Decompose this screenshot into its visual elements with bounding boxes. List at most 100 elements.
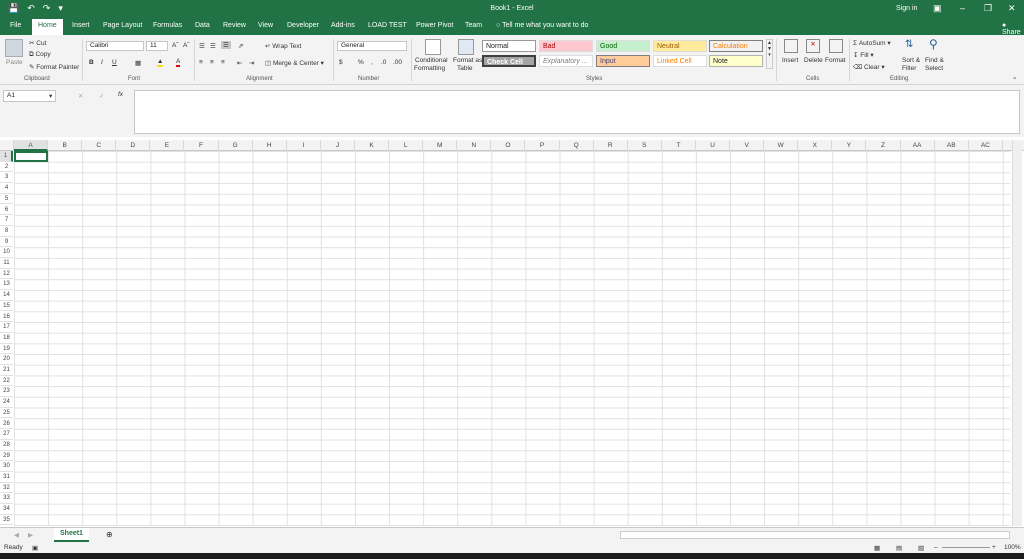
autosum-button[interactable]: Σ AutoSum ▾ (853, 39, 891, 47)
column-header[interactable]: A (14, 140, 49, 151)
tab-formulas[interactable]: Formulas (153, 22, 182, 29)
row-header[interactable]: 21 (0, 365, 13, 376)
minimize-icon[interactable]: – (960, 3, 965, 13)
row-header[interactable]: 2 (0, 162, 13, 173)
column-header[interactable]: V (730, 140, 765, 151)
column-header[interactable]: D (116, 140, 151, 151)
style-explanatory[interactable]: Explanatory ... (539, 55, 593, 67)
share-button[interactable]: ● Share (1002, 22, 1024, 36)
macro-record-icon[interactable]: ▣ (32, 544, 38, 552)
paste-button[interactable]: Paste (6, 59, 23, 66)
row-header[interactable]: 29 (0, 451, 13, 462)
select-all-corner[interactable] (0, 140, 14, 151)
row-header[interactable]: 16 (0, 312, 13, 323)
tab-review[interactable]: Review (223, 22, 246, 29)
decrease-indent-icon[interactable]: ⇤ (237, 59, 242, 67)
column-header[interactable]: T (662, 140, 696, 151)
decrease-decimal-icon[interactable]: .00 (393, 59, 402, 66)
prev-sheet-icon[interactable]: ◀ (14, 531, 19, 539)
clear-button[interactable]: ⌫ Clear ▾ (853, 63, 885, 71)
insert-function-icon[interactable]: fx (118, 91, 123, 98)
row-header[interactable]: 4 (0, 183, 13, 194)
row-header[interactable]: 19 (0, 344, 13, 355)
number-format-select[interactable]: General (337, 41, 407, 51)
row-header[interactable]: 12 (0, 269, 13, 280)
format-painter-button[interactable]: ✎ Format Painter (29, 63, 79, 71)
row-header[interactable]: 13 (0, 279, 13, 291)
enter-icon[interactable]: ✓ (99, 92, 104, 100)
sort-filter-icon[interactable]: ⇅ (905, 39, 913, 50)
column-header[interactable]: J (321, 140, 355, 151)
column-header[interactable]: AC (969, 140, 1003, 151)
column-header[interactable]: Y (832, 140, 867, 151)
increase-decimal-icon[interactable]: .0 (381, 59, 386, 66)
collapse-ribbon-icon[interactable]: ⌃ (1012, 76, 1017, 84)
column-header[interactable]: L (389, 140, 424, 151)
fill-color-icon[interactable]: ▲ (157, 58, 164, 67)
column-header[interactable]: Z (867, 140, 901, 151)
column-header[interactable]: AA (901, 140, 935, 151)
column-header[interactable]: E (150, 140, 185, 151)
active-cell-a1[interactable] (14, 151, 48, 162)
align-center-icon[interactable]: ≡ (210, 59, 214, 66)
row-header[interactable]: 20 (0, 354, 13, 365)
column-header[interactable]: H (253, 140, 287, 151)
restore-icon[interactable]: ❐ (984, 3, 992, 14)
column-header[interactable]: S (628, 140, 662, 151)
tab-data[interactable]: Data (195, 22, 210, 29)
row-header[interactable]: 25 (0, 408, 13, 419)
page-break-view-icon[interactable]: ▧ (918, 544, 924, 552)
ribbon-display-icon[interactable]: ▣ (933, 3, 942, 14)
style-note[interactable]: Note (709, 55, 763, 67)
row-header[interactable]: 18 (0, 333, 13, 344)
tab-team[interactable]: Team (465, 22, 482, 29)
page-layout-view-icon[interactable]: ▤ (896, 544, 902, 552)
next-sheet-icon[interactable]: ▶ (28, 531, 33, 539)
column-header[interactable]: N (457, 140, 492, 151)
row-header[interactable]: 27 (0, 429, 13, 440)
cancel-icon[interactable]: ✕ (78, 92, 83, 100)
conditional-formatting-line1[interactable]: Conditional (415, 57, 448, 64)
wrap-text-button[interactable]: ↵ Wrap Text (265, 42, 301, 50)
align-bottom-icon[interactable]: ☰ (221, 41, 231, 49)
style-input[interactable]: Input (596, 55, 650, 67)
style-normal[interactable]: Normal (482, 40, 536, 52)
column-header[interactable]: W (764, 140, 799, 151)
sort-filter-line1[interactable]: Sort & (902, 57, 920, 64)
row-header[interactable]: 14 (0, 290, 13, 301)
row-header[interactable]: 28 (0, 440, 13, 451)
format-cells-icon[interactable] (829, 39, 843, 53)
delete-cells-button[interactable]: Delete (804, 57, 823, 64)
column-header[interactable]: K (355, 140, 390, 151)
sheet-tab-sheet1[interactable]: Sheet1 (54, 528, 89, 542)
font-name-select[interactable]: Calibri (86, 41, 144, 51)
column-header[interactable]: F (185, 140, 219, 151)
column-header[interactable]: X (798, 140, 833, 151)
zoom-slider[interactable] (942, 547, 990, 548)
row-header[interactable]: 15 (0, 301, 13, 312)
style-bad[interactable]: Bad (539, 40, 593, 52)
column-header[interactable]: AB (935, 140, 969, 151)
column-header[interactable]: I (287, 140, 321, 151)
column-header[interactable]: M (423, 140, 458, 151)
row-header[interactable]: 26 (0, 419, 13, 430)
column-header[interactable]: Q (560, 140, 594, 151)
column-header[interactable]: P (526, 140, 560, 151)
format-as-table-line1[interactable]: Format as (453, 57, 482, 64)
merge-center-button[interactable]: ◫ Merge & Center ▾ (265, 59, 324, 67)
conditional-formatting-icon[interactable] (425, 39, 441, 55)
close-icon[interactable]: ✕ (1008, 3, 1016, 14)
delete-cells-icon[interactable]: ✕ (806, 39, 820, 53)
tab-page-layout[interactable]: Page Layout (103, 22, 142, 29)
vertical-scrollbar[interactable] (1012, 140, 1022, 526)
tab-view[interactable]: View (258, 22, 273, 29)
percent-button[interactable]: % (358, 59, 364, 66)
tab-add-ins[interactable]: Add-ins (331, 22, 355, 29)
tab-developer[interactable]: Developer (287, 22, 319, 29)
row-header[interactable]: 31 (0, 472, 13, 483)
row-header[interactable]: 17 (0, 322, 13, 333)
sign-in-link[interactable]: Sign in (896, 5, 917, 12)
align-left-icon[interactable]: ≡ (199, 59, 203, 66)
row-header[interactable]: 24 (0, 397, 13, 408)
zoom-level[interactable]: 100% (1004, 544, 1021, 551)
